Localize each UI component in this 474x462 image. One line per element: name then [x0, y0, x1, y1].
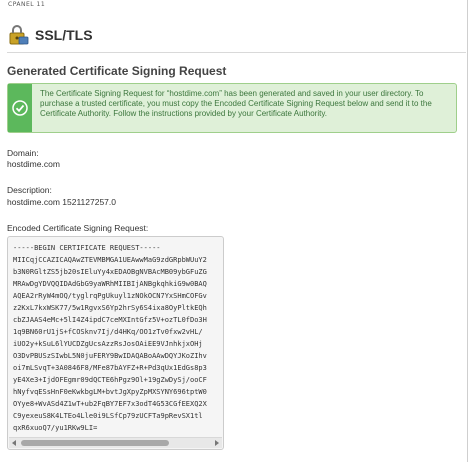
alert-message: The Certificate Signing Request for “hos… [40, 89, 432, 118]
scrollbar-thumb[interactable] [21, 440, 169, 446]
description-label: Description: [7, 185, 52, 195]
window-edge [467, 0, 468, 462]
cpanel-brand: CPANEL 11 [8, 1, 46, 8]
domain-value: hostdime.com [7, 159, 60, 169]
page-title: SSL/TLS [35, 27, 93, 43]
section-heading: Generated Certificate Signing Request [7, 64, 227, 78]
cpanel-topbar: CPANEL 11 [0, 0, 474, 462]
description-value: hostdime.com 1521127257.0 [7, 197, 117, 207]
csr-text[interactable]: -----BEGIN CERTIFICATE REQUEST----- MIIC… [13, 242, 219, 434]
lock-icon [7, 24, 29, 46]
page-header: SSL/TLS [7, 22, 93, 48]
horizontal-scrollbar[interactable] [9, 437, 222, 448]
success-alert: The Certificate Signing Request for “hos… [7, 83, 457, 133]
scroll-right-icon[interactable] [215, 440, 219, 446]
check-icon [12, 100, 28, 116]
alert-badge [8, 84, 32, 132]
domain-label: Domain: [7, 148, 39, 158]
csr-textarea[interactable]: -----BEGIN CERTIFICATE REQUEST----- MIIC… [7, 236, 224, 450]
csr-label: Encoded Certificate Signing Request: [7, 223, 149, 233]
scroll-left-icon[interactable] [12, 440, 16, 446]
header-divider [7, 52, 466, 53]
